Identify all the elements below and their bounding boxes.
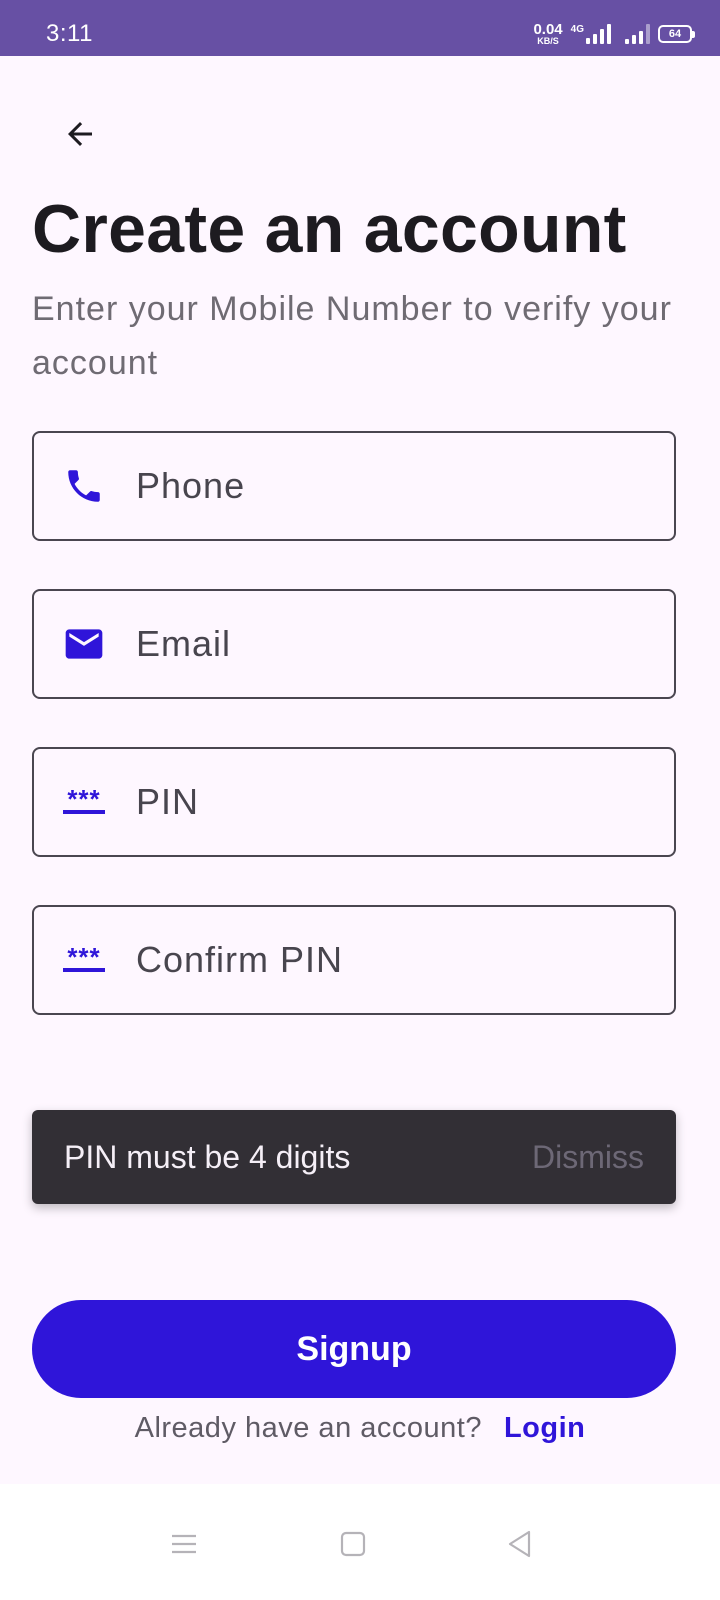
pin-input[interactable] xyxy=(134,781,654,823)
home-button[interactable] xyxy=(333,1524,373,1564)
page-title: Create an account xyxy=(32,191,627,267)
confirm-pin-input[interactable] xyxy=(134,939,654,981)
page-subtitle: Enter your Mobile Number to verify your … xyxy=(32,290,672,382)
signal-icon xyxy=(586,24,611,44)
snackbar: PIN must be 4 digits Dismiss xyxy=(32,1110,676,1204)
dismiss-button[interactable]: Dismiss xyxy=(532,1139,644,1176)
mail-icon xyxy=(34,591,134,697)
back-triangle-icon xyxy=(508,1530,531,1558)
status-bar: 3:11 0.04 KB/S 4G 64 xyxy=(0,0,720,56)
net-speed-value: 0.04 xyxy=(533,21,563,38)
pin-icon: *** xyxy=(34,749,134,855)
battery-icon: 64 xyxy=(658,25,695,43)
email-input[interactable] xyxy=(134,623,654,665)
status-icons: 0.04 KB/S 4G 64 xyxy=(533,20,695,48)
home-square-icon xyxy=(340,1531,366,1557)
network-type: 4G xyxy=(570,23,584,35)
signal-2-icon xyxy=(625,24,650,44)
net-speed-unit: KB/S xyxy=(537,36,559,46)
pin-icon: *** xyxy=(34,907,134,1013)
pin-field[interactable]: *** xyxy=(32,747,676,857)
snackbar-message: PIN must be 4 digits xyxy=(64,1138,351,1175)
login-prompt: Already have an account? xyxy=(134,1412,482,1444)
phone-input[interactable] xyxy=(134,465,654,507)
phone-icon xyxy=(34,433,134,539)
nav-back-button[interactable] xyxy=(500,1524,540,1564)
net-speed: 0.04 KB/S xyxy=(533,22,562,46)
phone-field[interactable] xyxy=(32,431,676,541)
pin-icon-glyph: *** xyxy=(67,784,101,814)
signup-button[interactable]: Signup xyxy=(32,1300,676,1398)
system-nav-bar xyxy=(0,1484,720,1600)
back-button[interactable] xyxy=(52,110,108,158)
arrow-left-icon xyxy=(68,122,92,146)
login-link[interactable]: Login xyxy=(504,1412,585,1444)
menu-icon xyxy=(172,1534,196,1554)
email-field[interactable] xyxy=(32,589,676,699)
login-row: Already have an account? Login xyxy=(0,1412,720,1445)
pin-icon-glyph: *** xyxy=(67,942,101,972)
menu-button[interactable] xyxy=(164,1524,204,1564)
status-time: 3:11 xyxy=(46,20,93,47)
battery-level: 64 xyxy=(668,28,682,40)
confirm-pin-field[interactable]: *** xyxy=(32,905,676,1015)
